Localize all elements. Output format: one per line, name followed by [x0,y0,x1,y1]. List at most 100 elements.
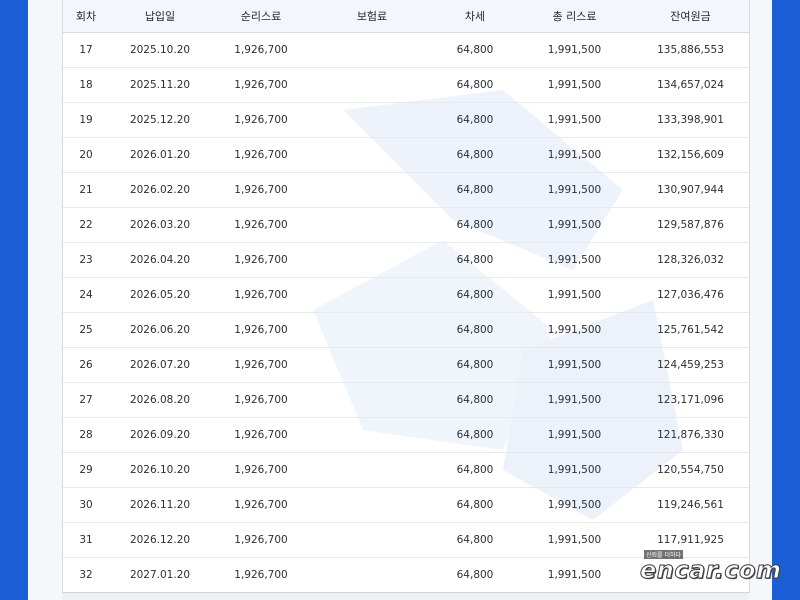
table-row: 27 2026.08.20 1,926,700 64,800 1,991,500 123,… [63,382,749,418]
cell-net-lease-fee: 1,926,700 [211,382,311,418]
cell-car-tax: 64,800 [433,242,517,278]
cell-installment: 22 [63,207,109,243]
cell-total-lease-fee: 1,991,500 [517,137,632,173]
cell-remaining-principal: 129,587,876 [632,207,749,243]
cell-net-lease-fee: 1,926,700 [211,417,311,453]
table-row: 21 2026.02.20 1,926,700 64,800 1,991,500 130,… [63,172,749,208]
cell-net-lease-fee: 1,926,700 [211,347,311,383]
cell-payment-date: 2026.08.20 [109,382,211,418]
cell-installment: 18 [63,67,109,103]
cell-car-tax: 64,800 [433,137,517,173]
logo-text: encar.com [640,556,782,585]
cell-total-lease-fee: 1,991,500 [517,207,632,243]
cell-net-lease-fee: 1,926,700 [211,67,311,103]
cell-car-tax: 64,800 [433,347,517,383]
header-car-tax: 차세 [433,0,517,33]
cell-insurance [311,522,433,558]
cell-installment: 27 [63,382,109,418]
cell-net-lease-fee: 1,926,700 [211,102,311,138]
cell-remaining-principal: 135,886,553 [632,32,749,68]
cell-car-tax: 64,800 [433,487,517,523]
cell-payment-date: 2025.11.20 [109,67,211,103]
cell-installment: 24 [63,277,109,313]
cell-car-tax: 64,800 [433,312,517,348]
header-insurance: 보험료 [311,0,433,33]
cell-total-lease-fee: 1,991,500 [517,67,632,103]
cell-car-tax: 64,800 [433,32,517,68]
cell-total-lease-fee: 1,991,500 [517,277,632,313]
table-row: 23 2026.04.20 1,926,700 64,800 1,991,500 128,… [63,242,749,278]
cell-car-tax: 64,800 [433,207,517,243]
cell-remaining-principal: 127,036,476 [632,277,749,313]
left-frame-margin [28,0,62,600]
cell-net-lease-fee: 1,926,700 [211,32,311,68]
cell-payment-date: 2025.12.20 [109,102,211,138]
header-net-lease-fee: 순리스료 [211,0,311,33]
cell-total-lease-fee: 1,991,500 [517,522,632,558]
cell-net-lease-fee: 1,926,700 [211,277,311,313]
lease-payment-table: 회차 납입일 순리스료 보험료 차세 총 리스료 잔여원금 17 2025.10.… [63,0,749,592]
cell-remaining-principal: 125,761,542 [632,312,749,348]
cell-insurance [311,312,433,348]
right-frame-stripe [772,0,800,600]
cell-payment-date: 2026.09.20 [109,417,211,453]
cell-car-tax: 64,800 [456,569,494,581]
cell-remaining-principal: 121,876,330 [632,417,749,453]
cell-car-tax: 64,800 [433,382,517,418]
table-row: 19 2025.12.20 1,926,700 64,800 1,991,500 133,… [63,102,749,138]
cell-insurance [311,277,433,313]
cell-insurance [311,172,433,208]
cell-car-tax: 64,800 [433,67,517,103]
cell-installment: 30 [63,487,109,523]
cell-installment: 17 [63,32,109,68]
header-installment: 회차 [63,0,109,33]
header-payment-date: 납입일 [109,0,211,33]
cell-net-lease-fee: 1,926,700 [211,172,311,208]
cell-car-tax: 64,800 [433,277,517,313]
cell-car-tax: 64,800 [433,102,517,138]
cell-remaining-principal: 123,171,096 [632,382,749,418]
cell-net-lease-fee: 1,926,700 [211,137,311,173]
cell-remaining-principal: 133,398,901 [632,102,749,138]
cell-payment-date: 2026.05.20 [109,277,211,313]
cell-net-lease-fee: 1,926,700 [211,207,311,243]
cell-remaining-principal: 130,907,944 [632,172,749,208]
cell-insurance [311,347,433,383]
cell-total-lease-fee: 1,991,500 [517,417,632,453]
cell-net-lease-fee: 1,926,700 [211,487,311,523]
cell-total-lease-fee: 1,991,500 [517,102,632,138]
cell-net-lease-fee: 1,926,700 [211,242,311,278]
cell-net-lease-fee: 1,926,700 [234,569,288,581]
cell-installment: 29 [63,452,109,488]
cell-payment-date: 2026.11.20 [109,487,211,523]
cell-installment: 26 [63,347,109,383]
table-row: 25 2026.06.20 1,926,700 64,800 1,991,500 125,… [63,312,749,348]
cell-installment: 19 [63,102,109,138]
cell-total-lease-fee: 1,991,500 [517,452,632,488]
cell-insurance [311,452,433,488]
table-row: 24 2026.05.20 1,926,700 64,800 1,991,500 127,… [63,277,749,313]
encar-logo: 신뢰를 더하다 encar.com [638,550,798,590]
cell-car-tax: 64,800 [433,522,517,558]
table-row: 17 2025.10.20 1,926,700 64,800 1,991,500 135,… [63,32,749,68]
cell-installment: 31 [63,522,109,558]
cell-installment: 20 [63,137,109,173]
cell-net-lease-fee: 1,926,700 [211,522,311,558]
table-row: 30 2026.11.20 1,926,700 64,800 1,991,500 119,… [63,487,749,523]
cell-insurance [311,207,433,243]
cell-remaining-principal: 134,657,024 [632,67,749,103]
table-row: 22 2026.03.20 1,926,700 64,800 1,991,500 129,… [63,207,749,243]
table-row: 20 2026.01.20 1,926,700 64,800 1,991,500 132,… [63,137,749,173]
table-row: 29 2026.10.20 1,926,700 64,800 1,991,500 120,… [63,452,749,488]
cell-total-lease-fee: 1,991,500 [517,487,632,523]
cell-total-lease-fee: 1,991,500 [517,172,632,208]
cell-insurance [311,242,433,278]
table-row: 28 2026.09.20 1,926,700 64,800 1,991,500 121,… [63,417,749,453]
cell-installment: 23 [63,242,109,278]
cell-insurance [311,102,433,138]
cell-payment-date: 2026.12.20 [109,522,211,558]
table-row: 26 2026.07.20 1,926,700 64,800 1,991,500 124,… [63,347,749,383]
cell-car-tax: 64,800 [433,452,517,488]
header-total-lease-fee: 총 리스료 [517,0,632,33]
cell-total-lease-fee: 1,991,500 [517,312,632,348]
